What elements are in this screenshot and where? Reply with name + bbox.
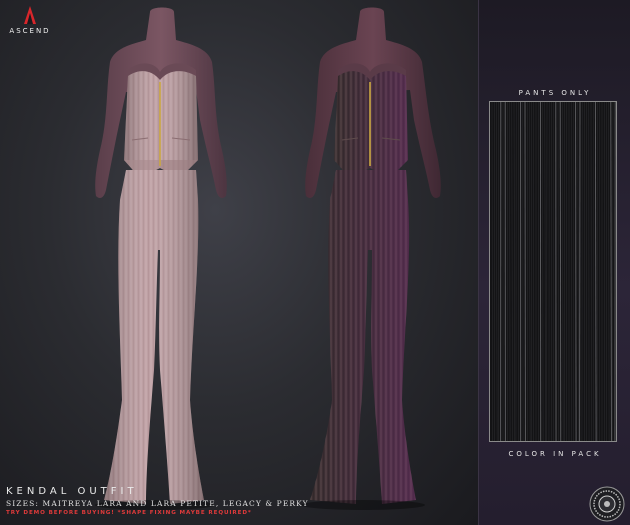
product-captions: KENDAL OUTFIT SIZES: MAITREYA LARA AND L… [6, 486, 309, 518]
product-sizes: SIZES: MAITREYA LARA AND LARA PETITE, LE… [6, 499, 309, 508]
product-ad: ASCEND KENDAL OUTFIT SIZES: MAITREYA LAR… [0, 0, 630, 525]
pants-only-label: PANTS ONLY [518, 89, 592, 97]
fabric-swatch [489, 101, 617, 442]
product-warning: TRY DEMO BEFORE BUYING! *SHAPE FIXING MA… [6, 510, 252, 516]
pink-outfit-figure [95, 7, 227, 510]
round-seal-icon [589, 486, 625, 522]
studio-background: ASCEND KENDAL OUTFIT SIZES: MAITREYA LAR… [0, 0, 478, 525]
outfit-figures [95, 7, 441, 510]
swatch-panel: PANTS ONLY COLOR IN PACK [478, 0, 630, 525]
product-title: KENDAL OUTFIT [6, 486, 138, 497]
brown-outfit-figure [301, 7, 441, 510]
brand-logo: ASCEND [6, 6, 54, 40]
color-in-pack-label: COLOR IN PACK [508, 450, 602, 458]
brand-name: ASCEND [9, 27, 51, 35]
triangle-logo-icon [24, 6, 36, 24]
pinstripe-pattern [491, 102, 616, 441]
